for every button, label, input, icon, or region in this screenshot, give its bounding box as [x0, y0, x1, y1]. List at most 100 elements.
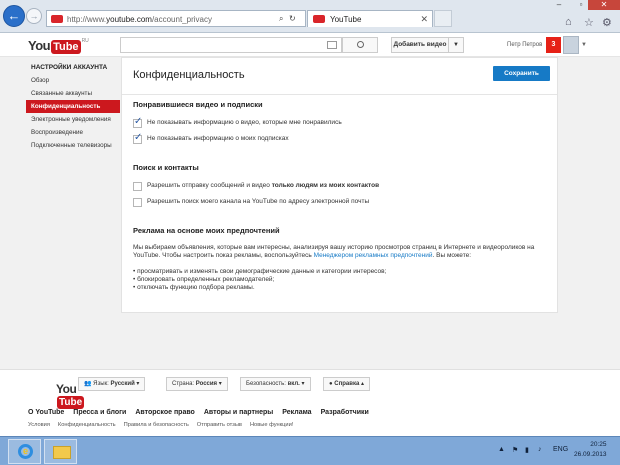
ads-bullet: • отключать функцию подбора рекламы. [133, 284, 255, 291]
language-dropdown[interactable]: 👥 Язык: Русский ▾ [78, 377, 146, 391]
email-search-checkbox[interactable] [133, 197, 142, 207]
contacts-only-messages-checkbox[interactable] [133, 181, 142, 191]
keyboard-icon[interactable] [327, 41, 337, 49]
contacts-only-messages-label: Разрешить отправку сообщений и видео тол… [147, 182, 380, 189]
taskbar-clock[interactable]: 20:25 26.09.2013 [574, 440, 607, 460]
privacy-settings-card: Конфиденциальность Сохранить Понравившие… [121, 57, 558, 313]
youtube-favicon-icon [313, 15, 325, 23]
taskbar-explorer-button[interactable] [44, 439, 77, 464]
footer-link[interactable]: Условия [28, 422, 50, 428]
sidebar-item-privacy[interactable]: Конфиденциальность [26, 100, 120, 113]
folder-icon [53, 446, 71, 459]
search-button[interactable] [342, 37, 378, 53]
back-button[interactable]: ← [3, 5, 25, 27]
hide-subscriptions-option[interactable]: Не показывать информацию о моих подписка… [133, 133, 289, 145]
likes-section-title: Понравившиеся видео и подписки [133, 100, 263, 109]
ads-description: Мы выбираем объявления, которые вам инте… [133, 244, 535, 259]
card-header: Конфиденциальность Сохранить [122, 58, 557, 95]
upload-button[interactable]: Добавить видео [391, 37, 449, 53]
footer-link[interactable]: Авторское право [135, 409, 194, 416]
help-button[interactable]: ● Справка ▴ [323, 377, 370, 391]
notifications-badge[interactable]: 3 [546, 37, 561, 53]
youtube-favicon-icon [51, 15, 63, 23]
search-input[interactable] [120, 37, 342, 53]
network-icon[interactable]: ▮ [525, 446, 529, 454]
forward-button[interactable]: → [26, 8, 42, 24]
address-search-icon[interactable]: ⌕ [279, 14, 283, 24]
hide-subscriptions-checkbox[interactable] [133, 133, 142, 144]
email-search-option[interactable]: Разрешить поиск моего канала на YouTube … [133, 197, 369, 208]
settings-sidebar: НАСТРОЙКИ АККАУНТА Обзор Связанные аккау… [26, 58, 120, 152]
footer-link[interactable]: Реклама [282, 409, 311, 416]
sidebar-item-email-notifications[interactable]: Электронные уведомления [28, 113, 120, 126]
youtube-logo[interactable]: You Tube RU [28, 38, 89, 54]
save-button[interactable]: Сохранить [493, 66, 550, 81]
clock-time: 20:25 [590, 441, 607, 448]
contacts-only-messages-option[interactable]: Разрешить отправку сообщений и видео тол… [133, 181, 379, 192]
logo-you-text: You [28, 38, 51, 53]
refresh-icon[interactable]: ↻ [289, 14, 296, 23]
hide-liked-videos-option[interactable]: Не показывать информацию о видео, которы… [133, 117, 342, 129]
page-title: Конфиденциальность [133, 69, 245, 81]
footer-secondary-links: Условия Конфиденциальность Правила и безоп… [28, 422, 301, 428]
email-search-label: Разрешить поиск моего канала на YouTube … [147, 198, 370, 205]
tab-close-icon[interactable]: ✕ [420, 14, 428, 25]
country-dropdown[interactable]: Страна: Россия ▾ [166, 377, 228, 391]
footer-link[interactable]: Новые функции! [250, 422, 293, 428]
ads-section-title: Реклама на основе моих предпочтений [133, 226, 280, 235]
input-language[interactable]: ENG [553, 446, 568, 453]
username[interactable]: Петр Петров [507, 42, 542, 48]
internet-explorer-icon: e [18, 444, 33, 459]
address-url: http://www.youtube.com/account_privacy [67, 15, 212, 24]
avatar[interactable] [563, 36, 579, 54]
sidebar-item-connected-tvs[interactable]: Подключенные телевизоры [28, 139, 120, 152]
footer-link[interactable]: Разработчики [321, 409, 369, 416]
account-chevron-down-icon[interactable]: ▼ [581, 42, 587, 48]
upload-menu-chevron-icon[interactable]: ▼ [449, 37, 464, 53]
youtube-header: You Tube RU Добавить видео ▼ Петр Петров 3… [0, 33, 620, 57]
search-section-title: Поиск и контакты [133, 163, 199, 172]
footer-link[interactable]: Правила и безопасность [124, 422, 189, 428]
logo-region: RU [81, 38, 89, 44]
windows-taskbar: e ▲ ⚑ ▮ ♪ ENG 20:25 26.09.2013 [0, 436, 620, 465]
home-icon[interactable]: ⌂ [565, 16, 572, 28]
browser-toolbar: ← → http://www.youtube.com/account_priva… [0, 0, 620, 33]
help-icon: ● [329, 381, 333, 387]
minimize-button[interactable]: – [548, 0, 570, 10]
ad-preferences-link[interactable]: Менеджером рекламных предпочтений [314, 252, 433, 259]
page-footer: YouTube 👥 Язык: Русский ▾ Страна: Россия… [0, 369, 620, 436]
tab-youtube[interactable]: YouTube ✕ [307, 10, 433, 27]
volume-icon[interactable]: ♪ [538, 446, 542, 453]
footer-link[interactable]: Конфиденциальность [58, 422, 116, 428]
person-icon: 👥 [84, 381, 92, 387]
taskbar-ie-button[interactable]: e [8, 439, 41, 464]
footer-primary-links: О YouTube Пресса и блоги Авторское право Ав… [28, 409, 378, 416]
settings-gear-icon[interactable]: ⚙ [602, 16, 612, 29]
hide-liked-videos-checkbox[interactable] [133, 117, 142, 128]
sidebar-item-linked-accounts[interactable]: Связанные аккаунты [28, 87, 120, 100]
footer-logo-tube-text: Tube [57, 396, 85, 409]
tray-arrow-icon[interactable]: ▲ [498, 446, 505, 453]
footer-link[interactable]: Пресса и блоги [73, 409, 126, 416]
favorites-star-icon[interactable]: ☆ [584, 16, 594, 29]
footer-link[interactable]: О YouTube [28, 409, 64, 416]
hide-liked-videos-label: Не показывать информацию о видео, которы… [147, 119, 342, 126]
sidebar-item-playback[interactable]: Воспроизведение [28, 126, 120, 139]
new-tab-button[interactable] [434, 10, 452, 27]
hide-subscriptions-label: Не показывать информацию о моих подписка… [147, 135, 289, 142]
ads-bullet: • просматривать и изменять свои демограф… [133, 268, 387, 275]
footer-logo-you-text: You [56, 382, 77, 396]
footer-link[interactable]: Отправить отзыв [197, 422, 242, 428]
sidebar-item-overview[interactable]: Обзор [28, 74, 120, 87]
safety-dropdown[interactable]: Безопасность: вкл. ▾ [240, 377, 311, 391]
search-icon [356, 41, 364, 48]
sidebar-title: НАСТРОЙКИ АККАУНТА [31, 64, 108, 71]
address-bar[interactable]: http://www.youtube.com/account_privacy ⌕… [46, 10, 306, 27]
tray-flag-icon[interactable]: ⚑ [512, 446, 518, 454]
ads-bullet: • блокировать определенных рекламодателе… [133, 276, 275, 283]
clock-date: 26.09.2013 [574, 451, 607, 458]
tab-title: YouTube [330, 15, 362, 24]
window-close-button[interactable]: ✕ [588, 0, 620, 10]
logo-tube-text: Tube [51, 40, 81, 54]
footer-link[interactable]: Авторы и партнеры [204, 409, 273, 416]
